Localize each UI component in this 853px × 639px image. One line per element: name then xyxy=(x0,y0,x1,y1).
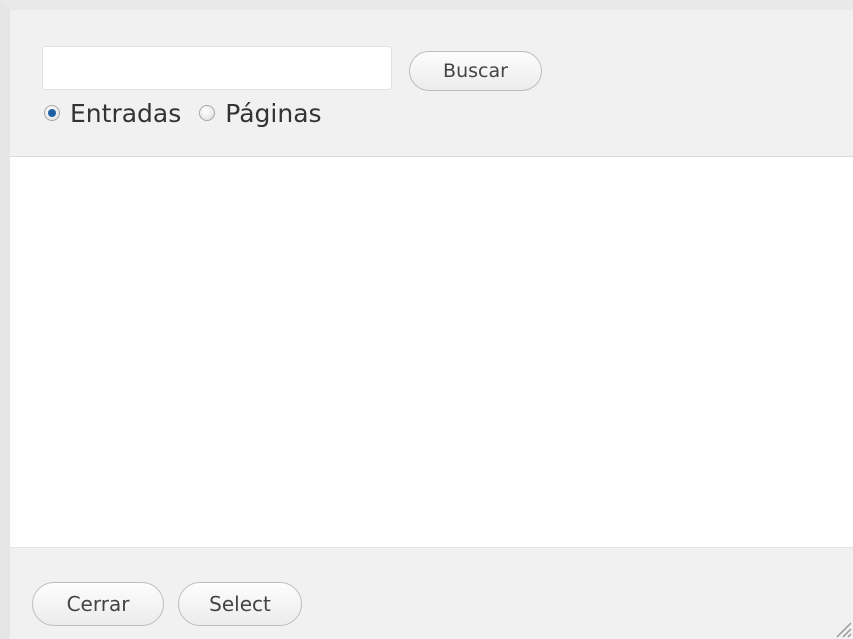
close-button[interactable]: Cerrar xyxy=(32,582,164,626)
radio-paginas[interactable] xyxy=(199,105,216,121)
radio-entradas-label[interactable]: Entradas xyxy=(70,99,181,128)
search-input[interactable] xyxy=(42,46,392,90)
action-bar: Cerrar Select xyxy=(10,547,853,639)
radio-entradas[interactable] xyxy=(44,105,60,121)
search-button[interactable]: Buscar xyxy=(409,51,542,91)
search-panel: Buscar Entradas Páginas xyxy=(10,10,853,157)
results-list[interactable] xyxy=(10,157,853,547)
post-type-filter: Entradas Páginas xyxy=(44,95,340,131)
select-button[interactable]: Select xyxy=(178,582,302,626)
link-picker-dialog: Buscar Entradas Páginas Cerrar Select xyxy=(0,0,853,639)
radio-paginas-label[interactable]: Páginas xyxy=(225,99,321,128)
resize-grip-icon[interactable] xyxy=(831,617,853,639)
